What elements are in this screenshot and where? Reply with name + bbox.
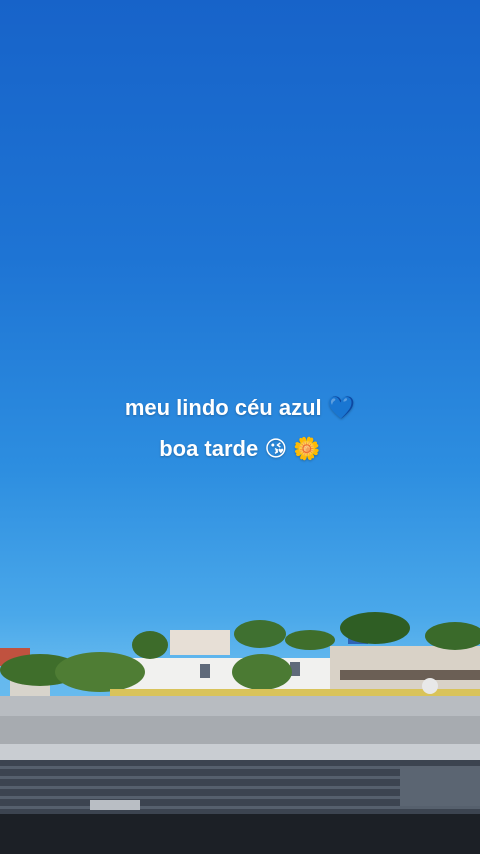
blue-heart-icon: 💙 [327,396,356,421]
caption-text-2: boa tarde [159,436,259,461]
parapet-wall [0,716,480,746]
tree [55,652,145,692]
right-building [330,646,480,691]
flower-icon: 🌼 [293,437,321,462]
rooftop-skyline [0,600,480,854]
tree [340,612,410,644]
roof-object [90,800,140,810]
palm-tree [425,622,480,650]
caption-overlay: meu lindo céu azul 💙 boa tarde 😘 🌼 [0,388,480,470]
window [200,664,210,678]
kiss-face-icon: 😘 [264,437,288,462]
skyline-illustration [0,612,480,854]
distant-building [170,630,230,655]
satellite-dish [422,678,438,694]
building-windows [340,670,480,680]
foreground-wall [0,814,480,854]
caption-line-2: boa tarde 😘 🌼 [0,429,480,470]
photo-scene: meu lindo céu azul 💙 boa tarde 😘 🌼 [0,0,480,854]
palm-tree [234,620,286,648]
caption-text-1: meu lindo céu azul [124,395,322,420]
tree [285,630,335,650]
grey-roof [0,696,480,718]
palm-tree [132,631,168,659]
roof-panel [400,766,480,806]
white-building [120,658,340,693]
tree [232,654,292,690]
caption-line-1: meu lindo céu azul 💙 [0,388,480,429]
